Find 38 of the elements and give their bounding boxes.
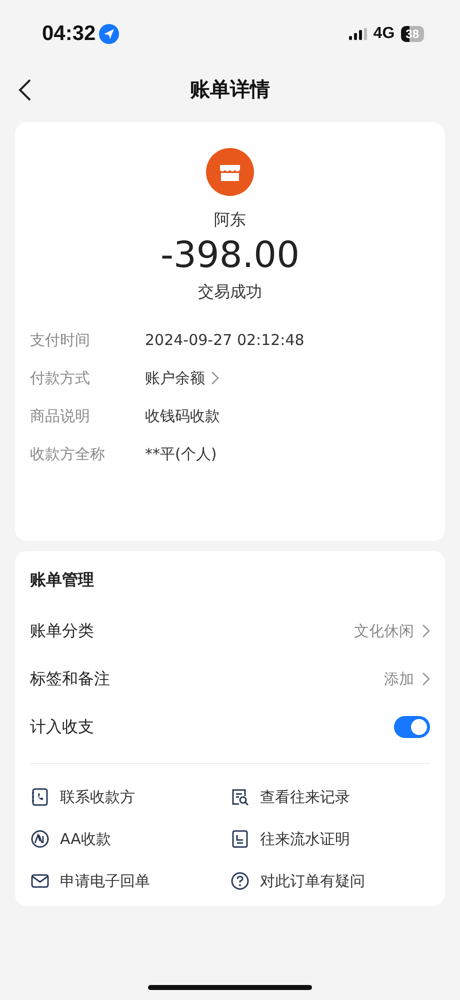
section-title: 账单管理 — [30, 568, 95, 590]
action-link[interactable]: AA收款 — [30, 818, 230, 860]
amount: -398.00 — [160, 235, 300, 276]
phone-book-icon — [30, 787, 50, 807]
setting-label: 标签和备注 — [30, 668, 110, 690]
detail-label: 收款方全称 — [30, 444, 106, 464]
detail-value: 2024-09-27 02:12:48 — [145, 331, 304, 349]
setting-label: 计入收支 — [30, 716, 94, 738]
signal-icon — [349, 28, 368, 40]
clock-time: 04:32 — [42, 22, 96, 46]
action-link[interactable]: 申请电子回单 — [30, 860, 230, 902]
detail-label: 支付时间 — [30, 330, 91, 350]
action-link[interactable]: 往来流水证明 — [230, 818, 430, 860]
network-label: 4G — [373, 25, 395, 43]
shop-icon — [206, 148, 254, 196]
detail-value: 收钱码收款 — [145, 406, 220, 426]
setting-value-link[interactable]: 添加 — [384, 670, 430, 688]
back-chevron-icon — [18, 78, 32, 102]
action-link[interactable]: 联系收款方 — [30, 776, 230, 818]
payee-name: 阿东 — [214, 210, 246, 231]
page-title: 账单详情 — [190, 76, 270, 102]
chevron-right-icon — [422, 624, 430, 638]
payment-method-link[interactable]: 账户余额 — [145, 368, 219, 388]
setting-label: 账单分类 — [30, 620, 94, 642]
statement-icon — [230, 829, 250, 849]
split-bill-icon — [30, 829, 50, 849]
transaction-status: 交易成功 — [198, 282, 262, 303]
document-search-icon — [230, 787, 250, 807]
detail-label: 付款方式 — [30, 368, 91, 388]
help-icon — [230, 871, 250, 891]
toggle-switch[interactable] — [394, 716, 430, 738]
setting-value-link[interactable]: 文化休闲 — [354, 622, 430, 640]
chevron-right-icon — [211, 371, 219, 385]
action-link[interactable]: 查看往来记录 — [230, 776, 430, 818]
action-link[interactable]: 对此订单有疑问 — [230, 860, 430, 902]
chevron-right-icon — [422, 672, 430, 686]
detail-value: **平(个人) — [145, 444, 217, 464]
detail-label: 商品说明 — [30, 406, 91, 426]
